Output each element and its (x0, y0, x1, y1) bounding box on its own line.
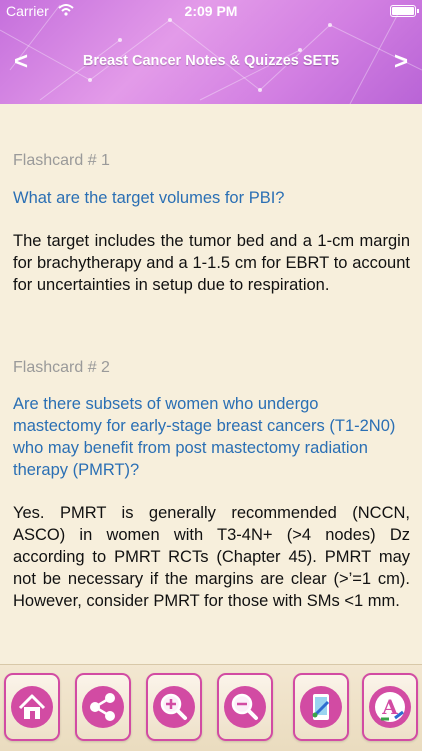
flashcard-label: Flashcard # 2 (13, 359, 110, 376)
flashcard-question: What are the target volumes for PBI? (13, 189, 285, 207)
share-icon (82, 686, 124, 728)
page-title: Breast Cancer Notes & Quizzes SET5 (82, 53, 340, 69)
battery-icon (390, 5, 419, 17)
next-set-button[interactable]: > (386, 48, 416, 76)
flashcard-2: Flashcard # 2 Are there subsets of women… (13, 359, 410, 612)
flashcard-1: Flashcard # 1 What are the target volume… (13, 152, 410, 296)
flashcard-list: Flashcard # 1 What are the target volume… (13, 104, 410, 612)
home-button[interactable] (4, 673, 60, 741)
zoom-in-button[interactable] (146, 673, 202, 741)
svg-text:A: A (381, 695, 398, 719)
font-color-button[interactable]: A (362, 673, 418, 741)
status-time: 2:09 PM (184, 3, 238, 19)
bottom-toolbar: A (0, 664, 422, 751)
share-button[interactable] (75, 673, 131, 741)
home-icon (11, 686, 53, 728)
previous-set-button[interactable]: < (6, 48, 36, 76)
background-color-button[interactable] (293, 673, 349, 741)
flashcard-answer: Yes. PMRT is generally recommended (NCCN… (13, 504, 410, 610)
flashcard-label: Flashcard # 1 (13, 152, 110, 169)
flashcard-answer: The target includes the tumor bed and a … (13, 232, 410, 294)
status-bar: Carrier 2:09 PM (0, 0, 422, 22)
flashcard-question: Are there subsets of women who undergo m… (13, 395, 396, 479)
header-bar: Carrier 2:09 PM < Breast Cancer Notes & … (0, 0, 422, 104)
zoom-out-icon (224, 686, 266, 728)
font-color-icon: A (369, 686, 411, 728)
zoom-out-button[interactable] (217, 673, 273, 741)
background-color-icon (300, 686, 342, 728)
zoom-in-icon (153, 686, 195, 728)
